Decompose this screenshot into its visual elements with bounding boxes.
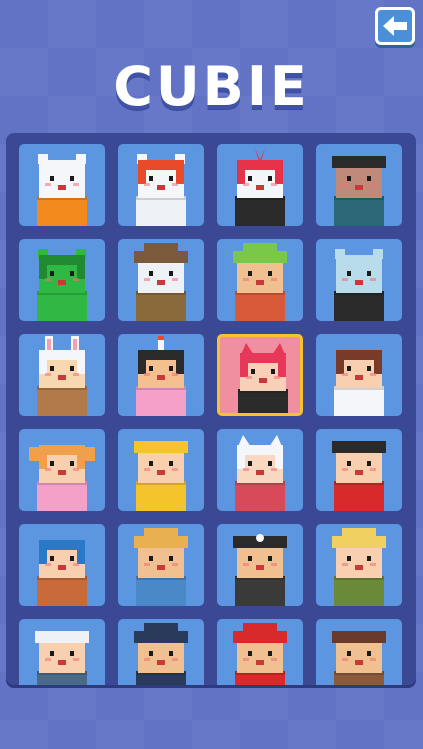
character-avatar [134,528,188,606]
character-tile-green-hat-blonde[interactable] [316,524,402,606]
character-tile-pilot-goggles[interactable] [316,619,402,685]
character-tile-tan-bear-green-hat[interactable] [217,239,303,321]
character-avatar [235,435,285,511]
character-avatar [37,154,87,226]
character-tile-police-officer[interactable] [118,619,204,685]
character-avatar [332,631,386,685]
character-tile-red-chinese-girl[interactable] [316,429,402,511]
character-avatar [334,350,384,416]
character-tile-farmer-straw-hat[interactable] [118,524,204,606]
character-avatar [134,441,188,511]
character-avatar [235,148,285,226]
character-tile-punk-bear-guitar[interactable] [217,144,303,226]
character-panel [6,133,416,685]
character-tile-pirate-captain[interactable] [217,524,303,606]
page-title: CUBIE [113,55,310,118]
character-tile-white-cat-girl[interactable] [217,429,303,511]
back-button[interactable] [375,7,415,45]
character-tile-helmet-boy[interactable] [19,619,105,685]
character-avatar [136,336,186,416]
character-tile-polar-bear-orange-vest[interactable] [19,144,105,226]
character-tile-blue-hair-boy[interactable] [19,524,105,606]
character-tile-bird-headdress-girl[interactable] [118,334,204,416]
character-avatar [136,154,186,226]
character-avatar [37,249,87,321]
character-tile-polar-bear-red-mask[interactable] [118,144,204,226]
character-tile-polar-bear-detective[interactable] [118,239,204,321]
character-tile-yellow-hood-girl[interactable] [118,429,204,511]
character-avatar [29,445,95,511]
character-tile-firefighter[interactable] [217,619,303,685]
character-avatar [37,336,87,416]
character-avatar [238,343,288,413]
character-tile-orange-pigtails-girl[interactable] [19,429,105,511]
character-avatar [332,528,386,606]
character-avatar [233,623,287,685]
character-tile-green-bear[interactable] [19,239,105,321]
character-avatar [134,623,188,685]
character-avatar [334,249,384,321]
character-tile-cat-ear-pink-hair[interactable] [217,334,303,416]
character-grid [6,133,416,685]
back-arrow-icon [382,15,408,37]
character-avatar [134,243,188,321]
character-avatar [35,631,89,685]
character-avatar [332,156,386,226]
character-tile-blue-bear-suit[interactable] [316,239,402,321]
character-avatar [37,540,87,606]
character-avatar [233,243,287,321]
character-avatar [332,441,386,511]
character-tile-brown-hair-sailor[interactable] [316,334,402,416]
character-tile-bear-sunglasses[interactable] [316,144,402,226]
character-avatar [233,534,287,606]
character-tile-bunny-girl[interactable] [19,334,105,416]
